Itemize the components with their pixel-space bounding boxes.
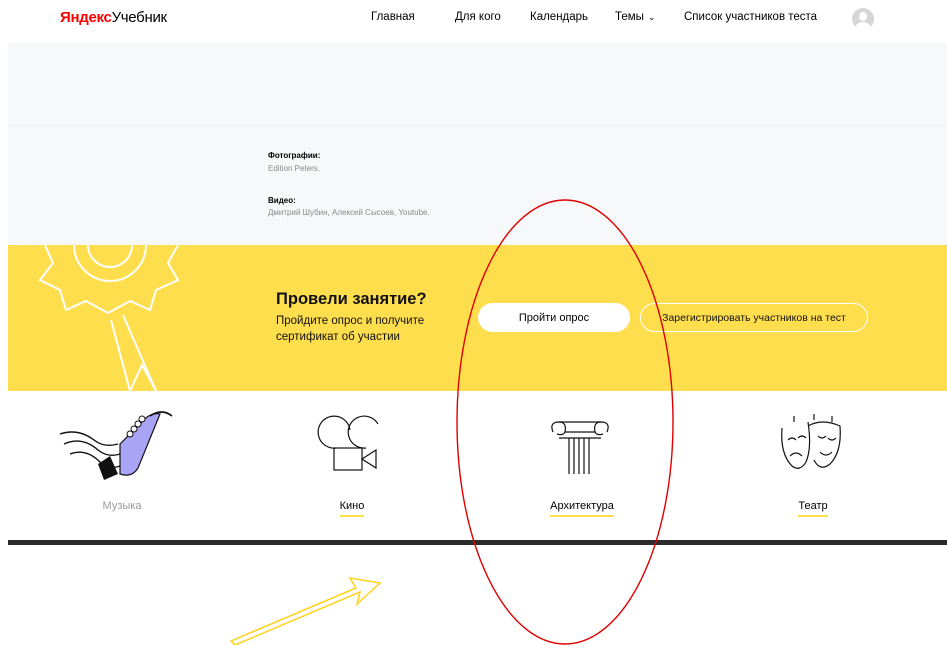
logo-brand: Яндекс bbox=[60, 9, 112, 26]
ionic-column-icon[interactable] bbox=[545, 412, 615, 478]
user-avatar[interactable] bbox=[852, 8, 874, 30]
cta-description: Пройдите опрос и получите сертификат об … bbox=[276, 315, 425, 343]
credits-section bbox=[8, 42, 947, 245]
yandex-uchebnik-logo[interactable]: ЯндексУчебник bbox=[60, 9, 167, 26]
video-credit-value: Дмитрий Шубин, Алексей Сысоев, Youtube. bbox=[268, 208, 430, 217]
theatre-masks-icon[interactable] bbox=[776, 414, 850, 476]
topic-music-label: Музыка bbox=[102, 500, 142, 512]
photos-credit-value: Edition Peters. bbox=[268, 164, 321, 173]
film-camera-icon[interactable] bbox=[316, 412, 386, 478]
topic-cinema[interactable]: Кино bbox=[282, 500, 422, 517]
nav-item-topics-label: Темы bbox=[615, 11, 644, 23]
logo-product: Учебник bbox=[111, 9, 168, 26]
topic-theatre[interactable]: Театр bbox=[743, 500, 883, 517]
topic-architecture-label: Архитектура bbox=[550, 500, 614, 517]
chevron-down-icon: ⌄ bbox=[647, 12, 656, 22]
yellow-arrow-icon bbox=[229, 576, 382, 645]
certificate-cta-banner: Провели занятие? Пройдите опрос и получи… bbox=[8, 245, 947, 391]
topic-cinema-label: Кино bbox=[339, 500, 365, 517]
nav-item-calendar[interactable]: Календарь bbox=[530, 11, 588, 23]
cta-title: Провели занятие? bbox=[276, 290, 427, 308]
section-divider bbox=[8, 125, 947, 126]
nav-item-topics[interactable]: Темы ⌄ bbox=[615, 11, 656, 23]
take-survey-button[interactable]: Пройти опрос bbox=[478, 303, 630, 332]
topic-architecture[interactable]: Архитектура bbox=[512, 500, 652, 517]
topic-theatre-label: Театр bbox=[798, 500, 828, 517]
register-participants-button[interactable]: Зарегистрировать участников на тест bbox=[640, 303, 868, 332]
topic-music[interactable]: Музыка bbox=[52, 500, 192, 517]
saxophone-icon[interactable] bbox=[58, 404, 178, 484]
top-navigation-bar: ЯндексУчебник Главная Для кого Календарь… bbox=[0, 0, 947, 42]
video-credit-label: Видео: bbox=[268, 196, 296, 205]
footer-divider bbox=[8, 540, 947, 545]
nav-item-for-whom[interactable]: Для кого bbox=[455, 11, 501, 23]
nav-item-home[interactable]: Главная bbox=[371, 11, 415, 23]
award-rosette-icon bbox=[38, 245, 180, 391]
photos-credit-label: Фотографии: bbox=[268, 151, 321, 160]
nav-item-participants-list[interactable]: Список участников теста bbox=[684, 11, 817, 23]
